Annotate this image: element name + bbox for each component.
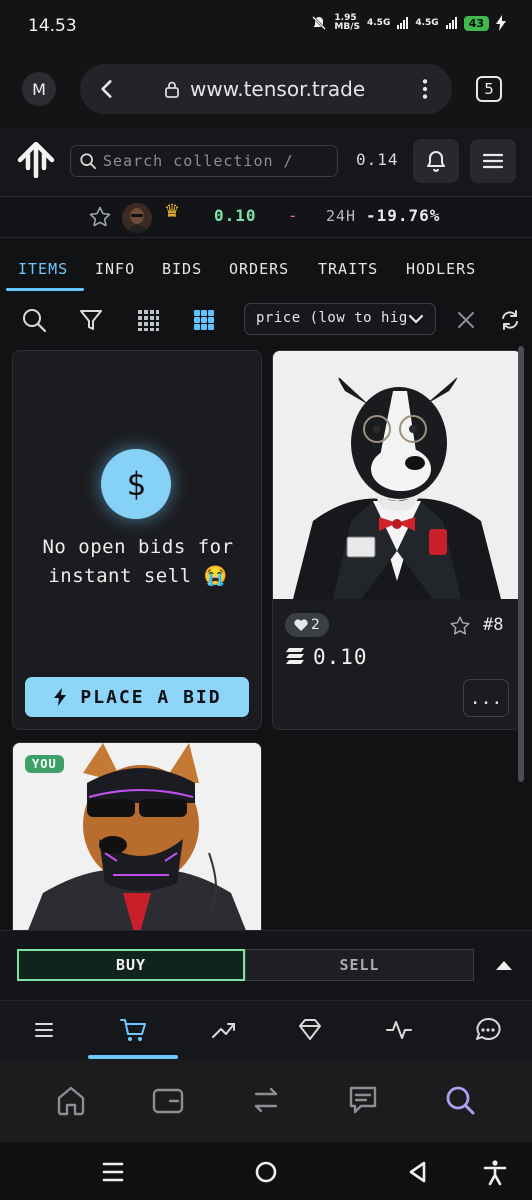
recents-icon[interactable] [99, 1158, 127, 1186]
place-bid-button[interactable]: PLACE A BID [25, 677, 249, 717]
app-header: 0.14 [0, 128, 532, 197]
battery-indicator: 43 [463, 15, 489, 31]
owner-badge: YOU [25, 755, 64, 773]
likes-badge[interactable]: 2 [285, 613, 329, 637]
likes-count: 2 [311, 617, 320, 633]
search-icon [80, 153, 97, 170]
owned-nft-card[interactable]: YOU [12, 742, 262, 942]
trade-bar: BUY SELL [0, 930, 532, 1001]
charging-icon [496, 15, 506, 31]
tab-info[interactable]: INFO [95, 260, 135, 278]
chevron-down-icon [408, 314, 424, 324]
place-bid-label: PLACE A BID [80, 686, 222, 708]
back-triangle-icon[interactable] [404, 1158, 432, 1186]
trending-icon[interactable] [208, 1015, 238, 1045]
collection-avatar[interactable] [122, 203, 152, 233]
grid-dense-icon[interactable] [134, 306, 162, 334]
nft-number: #8 [483, 615, 504, 635]
status-icons: 1.95 MB/S 4.5G 4.5G 43 [311, 14, 506, 32]
refresh-icon[interactable] [496, 306, 524, 334]
crown-icon: ♛ [164, 201, 181, 222]
dollar-icon: $ [101, 449, 171, 519]
signal-icon-2 [445, 17, 457, 29]
back-arrow-icon[interactable] [94, 76, 120, 102]
scrollbar[interactable] [518, 346, 524, 782]
dog-in-suit-illustration [273, 351, 521, 599]
instant-sell-card: $ No open bids for instant sell 😭 PLACE … [12, 350, 262, 730]
swap-icon[interactable] [248, 1082, 284, 1118]
items-toolbar: price (low to high) [0, 298, 532, 342]
sol-price: 0.14 [356, 150, 399, 169]
tab-switcher-button[interactable]: 5 [476, 76, 502, 102]
net-speed: 1.95 MB/S [334, 13, 360, 32]
search-icon[interactable] [20, 306, 48, 334]
browser-toolbar: M www.tensor.trade 5 [0, 56, 532, 128]
system-status-bar: 14.53 1.95 MB/S 4.5G 4.5G 43 [0, 0, 532, 56]
url-bar[interactable]: www.tensor.trade [80, 64, 452, 114]
main-menu-button[interactable] [470, 139, 516, 183]
mute-icon [312, 16, 327, 30]
diamond-icon[interactable] [295, 1015, 325, 1045]
floor-price: 0.10 [214, 206, 257, 225]
nft-card[interactable]: 2 #8 0.10 ... [272, 350, 522, 730]
h24-change: -19.76% [366, 206, 441, 225]
collection-tabs: ITEMS INFO BIDS ORDERS TRAITS HODLERS [0, 248, 532, 292]
collection-search[interactable] [70, 145, 338, 177]
accessibility-icon[interactable] [481, 1158, 509, 1186]
more-options-icon[interactable] [412, 76, 438, 102]
sim2-label: 4.5G [415, 17, 439, 28]
bell-icon [427, 151, 445, 172]
profile-avatar[interactable]: M [22, 72, 56, 106]
tab-bids[interactable]: BIDS [162, 260, 202, 278]
sort-selected: price (low to high) [256, 310, 406, 326]
chat-icon[interactable] [473, 1015, 503, 1045]
active-nav-indicator [88, 1055, 178, 1059]
system-nav-bar [0, 1142, 532, 1200]
heart-icon [294, 619, 308, 631]
menu-icon[interactable] [29, 1015, 59, 1045]
more-actions-button[interactable]: ... [463, 679, 509, 717]
nft-price: 0.10 [313, 645, 368, 669]
caret-up-icon[interactable] [494, 957, 514, 973]
sell-button[interactable]: SELL [245, 949, 474, 981]
grid-large-icon[interactable] [190, 306, 218, 334]
change-separator: - [288, 206, 298, 225]
h24-label: 24H [326, 207, 357, 225]
dog-avatar-icon [122, 203, 152, 233]
nft-image[interactable] [273, 351, 521, 599]
tab-items[interactable]: ITEMS [18, 260, 68, 278]
star-icon[interactable] [88, 205, 112, 229]
active-tab-indicator [6, 288, 84, 291]
lightning-icon [54, 688, 67, 706]
lock-icon [165, 81, 179, 98]
close-icon[interactable] [452, 306, 480, 334]
hamburger-icon [482, 153, 504, 169]
notifications-button[interactable] [413, 139, 459, 183]
activity-icon[interactable] [384, 1015, 414, 1045]
search-input[interactable] [103, 148, 331, 174]
wallet-bottom-nav [0, 1060, 532, 1142]
buy-button[interactable]: BUY [17, 949, 245, 981]
sort-dropdown[interactable]: price (low to high) [244, 303, 436, 335]
tab-hodlers[interactable]: HODLERS [406, 260, 476, 278]
filter-icon[interactable] [77, 306, 105, 334]
message-icon[interactable] [345, 1082, 381, 1118]
signal-icon [397, 17, 409, 29]
collection-stats: ♛ 0.10 - 24H -19.76% [0, 197, 532, 238]
home-icon[interactable] [53, 1082, 89, 1118]
tab-traits[interactable]: TRAITS [318, 260, 378, 278]
url-text[interactable]: www.tensor.trade [190, 77, 365, 101]
tab-orders[interactable]: ORDERS [229, 260, 289, 278]
search-icon[interactable] [442, 1082, 478, 1118]
solana-icon [286, 648, 304, 664]
cart-icon[interactable] [118, 1015, 148, 1045]
wallet-icon[interactable] [150, 1082, 186, 1118]
star-icon[interactable] [449, 615, 471, 637]
clock: 14.53 [28, 16, 77, 36]
sim1-label: 4.5G [367, 17, 391, 28]
tensor-logo-icon[interactable] [16, 142, 56, 178]
no-bids-message: No open bids for instant sell 😭 [42, 536, 234, 587]
app-bottom-nav [0, 1000, 532, 1061]
home-button-icon[interactable] [252, 1158, 280, 1186]
